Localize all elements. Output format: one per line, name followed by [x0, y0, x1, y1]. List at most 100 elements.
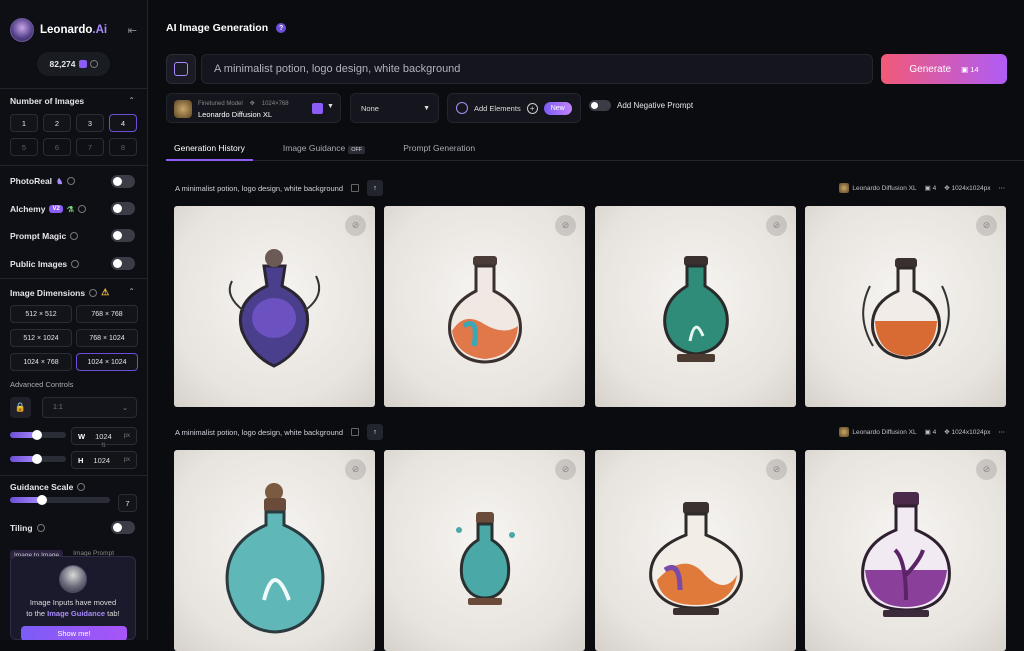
- negative-prompt-toggle[interactable]: [589, 100, 611, 111]
- tab-prompt-generation[interactable]: Prompt Generation: [395, 137, 483, 161]
- help-icon[interactable]: ?: [276, 23, 287, 33]
- more-icon[interactable]: ⋯: [999, 184, 1006, 192]
- generated-image[interactable]: ⊘: [595, 206, 796, 407]
- info-icon[interactable]: [67, 177, 76, 185]
- prompt-input[interactable]: A minimalist potion, logo design, white …: [201, 54, 873, 84]
- lock-icon[interactable]: 🔒: [10, 397, 31, 418]
- height-slider[interactable]: [10, 454, 66, 464]
- dimension-768x768[interactable]: 768 × 768: [76, 305, 138, 323]
- width-slider[interactable]: [10, 430, 66, 440]
- chevron-down-icon: ▼: [423, 104, 430, 112]
- eye-off-icon[interactable]: ⊘: [976, 215, 997, 236]
- generation-tabs: Generation History Image Guidance OFF Pro…: [166, 137, 1024, 161]
- swap-icon[interactable]: ⇅: [101, 442, 106, 449]
- tab-image-guidance[interactable]: Image Guidance OFF: [275, 137, 373, 161]
- eye-off-icon[interactable]: ⊘: [345, 215, 366, 236]
- eye-off-icon[interactable]: ⊘: [555, 215, 576, 236]
- info-icon[interactable]: [89, 288, 98, 297]
- dimension-1024x1024[interactable]: 1024 × 1024: [76, 353, 138, 371]
- eye-off-icon[interactable]: ⊘: [555, 459, 576, 480]
- copy-icon[interactable]: [351, 428, 360, 436]
- wizard-avatar: [59, 565, 87, 593]
- show-me-button[interactable]: Show me!: [21, 626, 127, 640]
- dimension-1024x768[interactable]: 1024 × 768: [10, 353, 72, 371]
- info-icon[interactable]: [77, 483, 86, 491]
- negative-prompt-control[interactable]: Add Negative Prompt: [589, 100, 693, 111]
- add-elements-button[interactable]: Add Elements + New: [447, 93, 581, 123]
- num-images-7[interactable]: 7: [76, 138, 104, 156]
- model-selector[interactable]: Finetuned Model ✥ 1024×768 Leonardo Diffus…: [166, 93, 341, 123]
- generated-image[interactable]: ⊘: [384, 206, 585, 407]
- token-balance[interactable]: 82,274: [37, 52, 110, 76]
- photoreal-toggle[interactable]: [111, 175, 135, 188]
- info-icon[interactable]: [36, 524, 45, 532]
- generation-prompt: A minimalist potion, logo design, white …: [175, 427, 344, 437]
- generate-button[interactable]: Generate ▣ 14: [881, 54, 1007, 84]
- public-images-toggle[interactable]: [111, 257, 135, 270]
- num-images-5[interactable]: 5: [10, 138, 38, 156]
- divider: [0, 278, 147, 279]
- info-icon[interactable]: [77, 205, 86, 213]
- info-icon[interactable]: [70, 232, 79, 240]
- info-icon[interactable]: [71, 260, 80, 268]
- guidance-value[interactable]: 7: [118, 494, 137, 512]
- reuse-prompt-button[interactable]: ↑: [367, 180, 384, 196]
- number-of-images-label: Number of Images: [10, 96, 85, 106]
- dimension-768x1024[interactable]: 768 × 1024: [76, 329, 138, 347]
- eye-off-icon[interactable]: ⊘: [976, 459, 997, 480]
- prompt-magic-toggle[interactable]: [111, 229, 135, 242]
- generation-prompt: A minimalist potion, logo design, white …: [175, 183, 344, 193]
- potion-illustration: [663, 256, 729, 362]
- generated-image[interactable]: ⊘: [805, 450, 1006, 651]
- num-images-6[interactable]: 6: [43, 138, 71, 156]
- generated-image[interactable]: ⊘: [805, 206, 1006, 407]
- eye-off-icon[interactable]: ⊘: [766, 459, 787, 480]
- num-images-2[interactable]: 2: [43, 114, 71, 132]
- generated-image[interactable]: ⊘: [595, 450, 796, 651]
- user-avatar[interactable]: [10, 18, 34, 42]
- chevron-up-icon[interactable]: ⌃: [128, 96, 135, 105]
- dimension-512x1024[interactable]: 512 × 1024: [10, 329, 72, 347]
- num-images-3[interactable]: 3: [76, 114, 104, 132]
- style-select[interactable]: None ▼: [350, 93, 439, 123]
- num-images-8[interactable]: 8: [109, 138, 137, 156]
- sidebar: Leonardo.Ai ⇤ 82,274 Number of Images ⌃ …: [0, 0, 148, 640]
- chevron-down-icon: ⌄: [122, 404, 128, 412]
- chevron-up-icon[interactable]: ⌃: [128, 287, 135, 296]
- num-images-4[interactable]: 4: [109, 114, 137, 132]
- num-images-1[interactable]: 1: [10, 114, 38, 132]
- logo[interactable]: Leonardo.Ai: [10, 18, 107, 42]
- alchemy-toggle[interactable]: [111, 202, 135, 215]
- generated-image[interactable]: ⊘: [174, 450, 375, 651]
- collapse-sidebar-icon[interactable]: ⇤: [128, 24, 137, 37]
- main-panel: AI Image Generation? A minimalist potion…: [149, 0, 1024, 651]
- potion-illustration: [228, 249, 320, 368]
- random-prompt-button[interactable]: [166, 54, 196, 84]
- reuse-prompt-button[interactable]: ↑: [367, 424, 384, 440]
- brand-name: Leonardo: [40, 24, 93, 36]
- model-thumbnail: [839, 183, 850, 193]
- image-dimensions-label: Image Dimensions ⚠: [10, 287, 110, 298]
- guidance-slider[interactable]: [10, 495, 110, 505]
- brand-suffix: .Ai: [92, 24, 108, 36]
- tab-generation-history[interactable]: Generation History: [166, 137, 253, 161]
- copy-icon[interactable]: [351, 184, 360, 192]
- more-icon[interactable]: ⋯: [999, 428, 1006, 436]
- tiling-toggle[interactable]: [111, 521, 135, 534]
- potion-illustration: [448, 256, 522, 364]
- eye-off-icon[interactable]: ⊘: [766, 215, 787, 236]
- model-settings-icon[interactable]: [312, 103, 323, 114]
- potion-illustration: [225, 483, 325, 634]
- generated-image[interactable]: ⊘: [384, 450, 585, 651]
- info-icon[interactable]: [89, 60, 98, 68]
- aspect-ratio-select[interactable]: 1:1 ⌄: [42, 397, 137, 418]
- generation-header: A minimalist potion, logo design, white …: [175, 179, 1005, 197]
- image-guidance-link[interactable]: Image Guidance: [47, 609, 105, 618]
- divider: [0, 88, 147, 89]
- dimension-512x512[interactable]: 512 × 512: [10, 305, 72, 323]
- generation-header: A minimalist potion, logo design, white …: [175, 423, 1005, 441]
- eye-off-icon[interactable]: ⊘: [345, 459, 366, 480]
- new-badge: New: [543, 101, 572, 115]
- height-field[interactable]: H 1024 px: [71, 451, 137, 469]
- generated-image[interactable]: ⊘: [174, 206, 375, 407]
